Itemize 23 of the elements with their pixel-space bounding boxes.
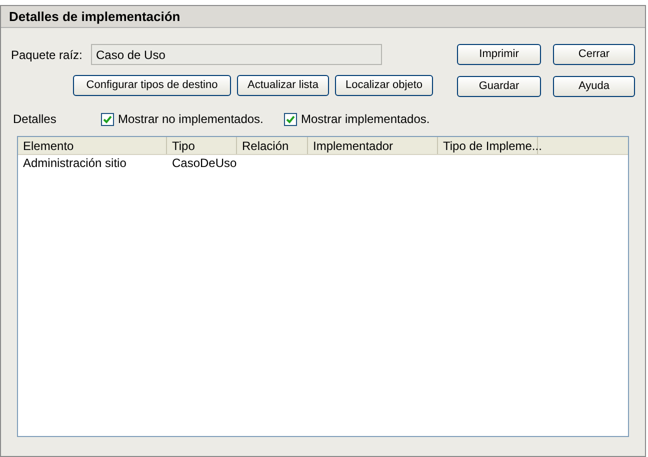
button[interactable]: Cerrar bbox=[553, 44, 635, 65]
table-cell-text: CasoDeUso bbox=[171, 155, 237, 172]
button[interactable]: Ayuda bbox=[553, 76, 635, 97]
field-label: Paquete raíz: bbox=[11, 46, 84, 64]
button[interactable]: Localizar objeto bbox=[335, 75, 433, 96]
details-label: Detalles bbox=[13, 111, 58, 128]
table-cell-text: Administración sitio bbox=[22, 155, 128, 172]
button[interactable]: Guardar bbox=[457, 76, 541, 97]
button[interactable]: Actualizar lista bbox=[237, 75, 329, 96]
checkbox-label: Mostrar no implementados. bbox=[118, 111, 264, 128]
checkbox[interactable] bbox=[284, 112, 297, 126]
column-header[interactable]: Tipo bbox=[167, 137, 237, 154]
button[interactable]: Imprimir bbox=[457, 44, 541, 65]
button[interactable]: Configurar tipos de destino bbox=[73, 75, 231, 96]
column-header[interactable]: Elemento bbox=[18, 137, 167, 154]
checkbox[interactable] bbox=[101, 112, 114, 126]
column-header[interactable]: Relación bbox=[237, 137, 308, 154]
check-icon bbox=[103, 114, 112, 124]
checkbox-label: Mostrar implementados. bbox=[301, 111, 430, 128]
window-title: Detalles de implementación bbox=[9, 8, 180, 26]
check-icon bbox=[286, 114, 295, 124]
root-package-field[interactable]: Caso de Uso bbox=[91, 44, 382, 65]
column-header[interactable]: Implementador bbox=[308, 137, 438, 154]
